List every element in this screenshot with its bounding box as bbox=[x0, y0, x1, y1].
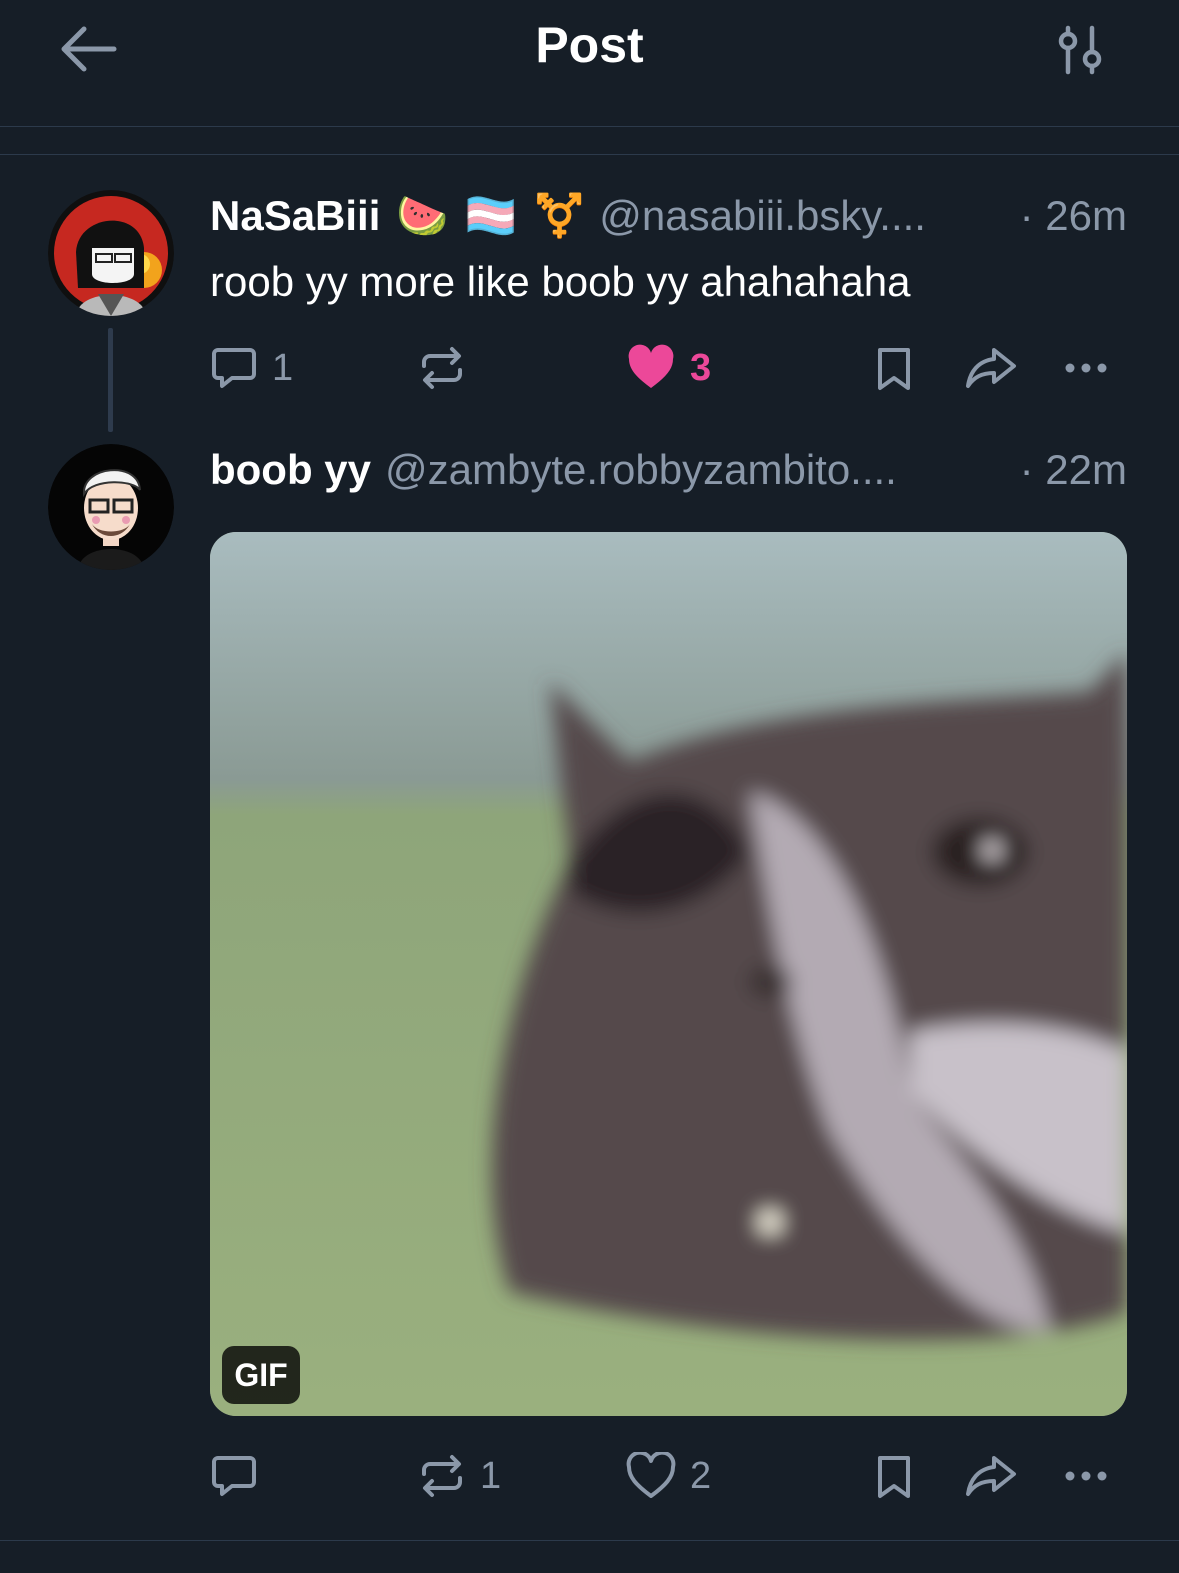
bookmark-icon bbox=[878, 348, 910, 390]
more-options-button[interactable] bbox=[1062, 1444, 1110, 1508]
avatar-nasabiii-icon bbox=[48, 190, 174, 316]
more-options-button[interactable] bbox=[1062, 336, 1110, 400]
ellipsis-icon bbox=[1065, 363, 1107, 373]
heart-outline-icon bbox=[626, 1452, 676, 1498]
divider bbox=[0, 1540, 1179, 1541]
reply-button[interactable] bbox=[210, 1444, 258, 1508]
share-button[interactable] bbox=[964, 336, 1018, 400]
watermelon-emoji: 🍉 bbox=[396, 191, 449, 239]
thread-connector-line bbox=[108, 328, 113, 432]
bookmark-button[interactable] bbox=[874, 336, 914, 400]
like-button[interactable]: 2 bbox=[626, 1444, 711, 1508]
page-title: Post bbox=[535, 17, 644, 73]
avatar-boobyy-icon bbox=[48, 444, 174, 570]
reply-button[interactable]: 1 bbox=[210, 336, 293, 400]
post-timestamp[interactable]: · 26m bbox=[1008, 192, 1127, 240]
like-button[interactable]: 3 bbox=[626, 336, 711, 400]
speech-bubble-icon bbox=[212, 1456, 256, 1496]
divider bbox=[0, 154, 1179, 155]
author-name[interactable]: boob yy bbox=[210, 446, 371, 494]
post-actions: 1 2 bbox=[210, 1444, 1130, 1508]
repost-count: 1 bbox=[480, 1454, 502, 1497]
bookmark-button[interactable] bbox=[874, 1444, 914, 1508]
avatar[interactable] bbox=[48, 190, 174, 316]
transgender-symbol-emoji: ⚧️ bbox=[533, 191, 586, 239]
trans-flag-emoji: 🏳️‍⚧️ bbox=[464, 191, 517, 239]
top-bar: Post bbox=[0, 0, 1179, 127]
share-arrow-icon bbox=[966, 1456, 1016, 1496]
post-text: roob yy more like boob yy ahahahaha bbox=[210, 258, 911, 305]
speech-bubble-icon bbox=[212, 348, 256, 388]
like-count: 2 bbox=[690, 1454, 712, 1497]
author-handle[interactable]: @nasabiii.bsky.... bbox=[599, 192, 926, 240]
avatar[interactable] bbox=[48, 444, 174, 570]
sliders-icon bbox=[1058, 25, 1102, 75]
reply-count: 1 bbox=[272, 346, 294, 389]
repost-icon bbox=[422, 347, 462, 389]
cat-gif-image bbox=[210, 532, 1127, 1416]
like-count: 3 bbox=[690, 346, 712, 389]
ellipsis-icon bbox=[1065, 1471, 1107, 1481]
repost-button[interactable] bbox=[418, 336, 466, 400]
post-timestamp[interactable]: · 22m bbox=[1008, 446, 1127, 494]
gif-embed[interactable]: GIF bbox=[210, 532, 1127, 1416]
repost-icon bbox=[422, 1455, 462, 1497]
thread-settings-button[interactable] bbox=[1052, 22, 1108, 78]
repost-button[interactable]: 1 bbox=[418, 1444, 501, 1508]
post-meta: boob yy @zambyte.robbyzambito.... · 22m bbox=[210, 440, 1127, 500]
post-meta: NaSaBiii 🍉 🏳️‍⚧️ ⚧️ @nasabiii.bsky.... ·… bbox=[210, 186, 1127, 246]
heart-filled-icon bbox=[628, 344, 674, 388]
author-handle[interactable]: @zambyte.robbyzambito.... bbox=[385, 446, 897, 494]
share-arrow-icon bbox=[966, 348, 1016, 388]
bookmark-icon bbox=[878, 1456, 910, 1498]
post-actions: 1 3 bbox=[210, 336, 1130, 400]
author-name[interactable]: NaSaBiii bbox=[210, 192, 380, 240]
gif-badge: GIF bbox=[222, 1346, 300, 1404]
share-button[interactable] bbox=[964, 1444, 1018, 1508]
